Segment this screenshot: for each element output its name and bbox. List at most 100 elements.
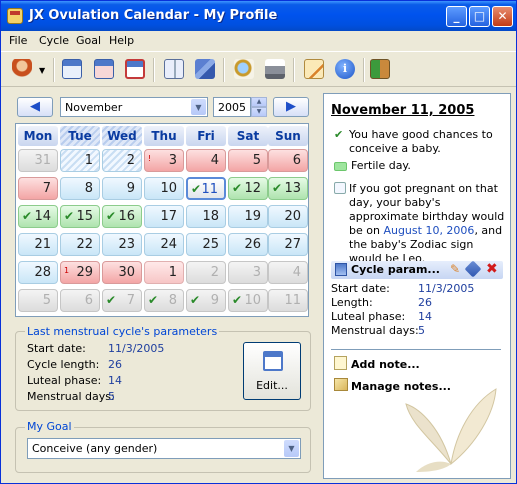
calendar-day[interactable]: 22 <box>60 233 100 256</box>
calendar-day[interactable]: ✔ 7 <box>102 289 142 312</box>
day-number: 16 <box>118 209 135 224</box>
calendar-red-button[interactable] <box>122 56 148 82</box>
calendar-day[interactable]: 6 <box>268 149 308 172</box>
calendar-day[interactable]: ✔ 15 <box>60 205 100 228</box>
cycle-param-header: Cycle param... ✎ ✖ <box>331 260 503 279</box>
year-spinner[interactable]: ▲ ▼ <box>251 97 267 117</box>
pencil-icon[interactable]: ✎ <box>450 262 460 276</box>
spin-up-icon[interactable]: ▲ <box>251 97 267 107</box>
check-icon: ✔ <box>232 293 243 307</box>
add-note-link[interactable]: Add note... <box>351 358 420 371</box>
luteal-phase-label: Luteal phase: <box>27 374 102 387</box>
calendar-day[interactable]: 30 <box>102 261 142 284</box>
day-number: 14 <box>34 209 51 224</box>
calendar-day[interactable]: 5 <box>18 289 58 312</box>
delete-icon[interactable]: ✖ <box>486 261 498 277</box>
calendar-day[interactable]: 21 <box>18 233 58 256</box>
info-menstrual-label: Menstrual days: <box>331 324 419 337</box>
selected-date: November 11, 2005 <box>331 103 475 118</box>
calendar-day[interactable]: 1 <box>144 261 184 284</box>
tag-icon[interactable] <box>464 260 482 278</box>
calendar-day[interactable]: 1 29 <box>60 261 100 284</box>
exit-button[interactable] <box>367 56 393 82</box>
print-icon <box>265 59 285 79</box>
calendar-day[interactable]: ✔ 8 <box>144 289 184 312</box>
calendar-day[interactable]: 2 <box>186 261 226 284</box>
search-doc-button[interactable] <box>231 56 257 82</box>
calendar-day[interactable]: 11 <box>268 289 308 312</box>
calendar-day[interactable]: 24 <box>144 233 184 256</box>
day-number: 13 <box>284 181 301 196</box>
menu-file[interactable]: File <box>9 34 27 47</box>
calendar-day[interactable]: 9 <box>102 177 142 200</box>
arrow-left-icon: ◀ <box>30 99 40 114</box>
profile-dropdown-icon[interactable]: ▼ <box>39 66 45 75</box>
calendar-day[interactable]: 28 <box>18 261 58 284</box>
day-number: 24 <box>160 237 177 252</box>
edit-cycle-button[interactable]: Edit... <box>243 342 301 400</box>
books-button[interactable] <box>192 56 218 82</box>
calendar-day[interactable]: ✔ 13 <box>268 177 308 200</box>
calendar-day[interactable]: ✔ 12 <box>228 177 268 200</box>
calendar-day[interactable]: ✔ 16 <box>102 205 142 228</box>
calendar-day[interactable]: 31 <box>18 149 58 172</box>
title-bar[interactable]: JX Ovulation Calendar - My Profile _ □ ✕ <box>1 1 516 31</box>
prev-month-button[interactable]: ◀ <box>17 97 53 117</box>
edit-doc-button[interactable] <box>301 56 327 82</box>
goal-value: Conceive (any gender) <box>32 442 158 455</box>
calendar-day[interactable]: ✔ 14 <box>18 205 58 228</box>
day-number: 15 <box>76 209 93 224</box>
calendar-day[interactable]: 27 <box>268 233 308 256</box>
menu-help[interactable]: Help <box>109 34 134 47</box>
close-button[interactable]: ✕ <box>492 6 513 27</box>
print-button[interactable] <box>262 56 288 82</box>
calendar-day[interactable]: ✔ 10 <box>228 289 268 312</box>
calendar-button[interactable] <box>59 56 85 82</box>
menu-cycle[interactable]: Cycle <box>39 34 69 47</box>
calendar-day[interactable]: 18 <box>186 205 226 228</box>
calendar-day[interactable]: 7 <box>18 177 58 200</box>
calendar-day[interactable]: ✔ 9 <box>186 289 226 312</box>
fertile-swatch-icon <box>334 162 347 171</box>
weekday-header: Tue <box>60 126 100 146</box>
day-number: 28 <box>34 265 51 280</box>
calendar-day[interactable]: 6 <box>60 289 100 312</box>
birthday-date-link[interactable]: August 10, 2006 <box>383 224 474 237</box>
year-input[interactable]: 2005 <box>213 97 251 117</box>
profile-button[interactable] <box>9 56 35 82</box>
month-select[interactable]: November ▼ <box>60 97 208 117</box>
next-month-button[interactable]: ▶ <box>273 97 309 117</box>
calendar-day[interactable]: 2 <box>102 149 142 172</box>
chevron-down-icon[interactable]: ▼ <box>191 99 206 115</box>
calendar-day[interactable]: 4 <box>186 149 226 172</box>
divider <box>331 349 501 350</box>
minimize-button[interactable]: _ <box>446 6 467 27</box>
calendar-day[interactable]: 10 <box>144 177 184 200</box>
calendar-day[interactable]: ✔ 11 <box>186 177 226 200</box>
calendar-day[interactable]: 19 <box>228 205 268 228</box>
calendar-day[interactable]: 8 <box>60 177 100 200</box>
calendar-day[interactable]: 17 <box>144 205 184 228</box>
calendar-day[interactable]: ! 3 <box>144 149 184 172</box>
chevron-down-icon[interactable]: ▼ <box>284 440 299 457</box>
profile-icon <box>12 59 32 79</box>
spin-down-icon[interactable]: ▼ <box>251 107 267 117</box>
notebook-button[interactable] <box>161 56 187 82</box>
calendar-view-button[interactable] <box>91 56 117 82</box>
calendar-day[interactable]: 1 <box>60 149 100 172</box>
calendar-day[interactable]: 3 <box>228 261 268 284</box>
info-button[interactable]: i <box>332 56 358 82</box>
calendar-day[interactable]: 23 <box>102 233 142 256</box>
maximize-button[interactable]: □ <box>469 6 490 27</box>
calendar-day[interactable]: 5 <box>228 149 268 172</box>
goal-select[interactable]: Conceive (any gender) ▼ <box>27 438 301 459</box>
chance-text: You have good chances to conceive a baby… <box>349 128 493 155</box>
calendar-day[interactable]: 20 <box>268 205 308 228</box>
month-value: November <box>65 101 123 114</box>
notebook-icon <box>164 59 184 79</box>
calendar-day[interactable]: 4 <box>268 261 308 284</box>
search-doc-icon <box>234 59 254 79</box>
calendar-day[interactable]: 26 <box>228 233 268 256</box>
menu-goal[interactable]: Goal <box>76 34 101 47</box>
calendar-day[interactable]: 25 <box>186 233 226 256</box>
